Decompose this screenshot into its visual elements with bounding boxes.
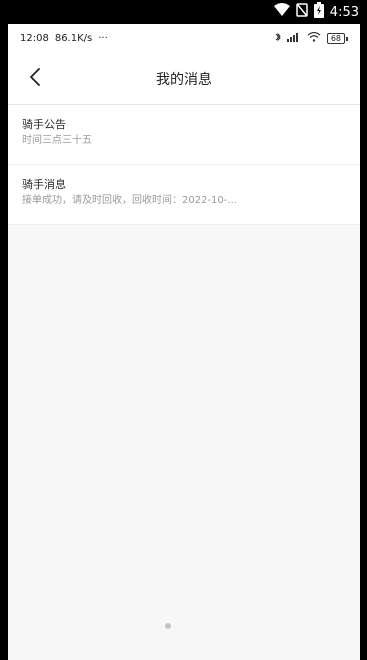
more-indicator: ···: [98, 33, 108, 44]
no-sim-icon: [296, 3, 308, 21]
bluetooth-icon: [275, 32, 281, 45]
inner-status-left: 12:08 86.1K/s ···: [20, 33, 108, 44]
app-screen: 12:08 86.1K/s ··· 68 我的消息 骑手公告 时间三点三十五 骑…: [8, 24, 360, 660]
message-item-rider-message[interactable]: 骑手消息 接单成功，请及时回收，回收时间：2022-10-...: [8, 165, 360, 225]
message-list: 骑手公告 时间三点三十五 骑手消息 接单成功，请及时回收，回收时间：2022-1…: [8, 105, 360, 225]
wifi-icon: [307, 31, 321, 45]
device-status-bar: 4:53: [0, 0, 367, 24]
net-speed: 86.1K/s: [54, 33, 93, 44]
message-title: 骑手公告: [22, 118, 66, 131]
wifi-icon: [273, 3, 290, 21]
inner-time: 12:08: [20, 33, 49, 44]
inner-status-bar: 12:08 86.1K/s ··· 68: [8, 24, 360, 54]
message-subtitle: 接单成功，请及时回收，回收时间：2022-10-...: [22, 195, 237, 206]
battery-level: 68: [326, 33, 345, 44]
battery-icon: 68: [326, 33, 348, 44]
device-time: 4:53: [329, 4, 359, 20]
inner-status-right: 68: [275, 31, 348, 45]
page-title: 我的消息: [156, 72, 212, 88]
message-subtitle: 时间三点三十五: [22, 135, 92, 146]
battery-charging-icon: [313, 2, 324, 22]
app-header: 我的消息: [8, 54, 360, 105]
message-item-announcement[interactable]: 骑手公告 时间三点三十五: [8, 105, 360, 165]
device-status-right: 4:53: [273, 2, 359, 22]
message-title: 骑手消息: [22, 178, 66, 191]
page-indicator-dot: [165, 623, 171, 629]
signal-icon: [286, 32, 301, 45]
